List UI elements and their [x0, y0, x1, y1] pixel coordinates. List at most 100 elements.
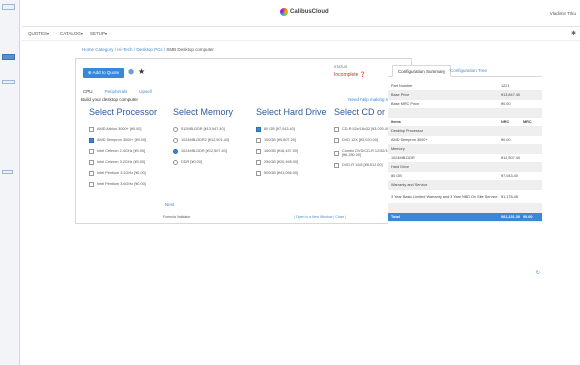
menu-setup[interactable]: SETUP▾: [90, 31, 107, 36]
checkbox[interactable]: [89, 138, 94, 143]
menu-quotes-label: QUOTES: [28, 31, 48, 36]
checkbox[interactable]: [334, 150, 339, 156]
summary-row: 3 Year Basic Limited Warranty and 3 Year…: [388, 190, 542, 204]
summary-row: Memory: [388, 145, 542, 154]
summary-cell: ¥12,507.40: [501, 156, 521, 160]
option-label: 160GB [¥16,437.00]: [264, 149, 298, 154]
info-icon[interactable]: ❓: [360, 72, 366, 78]
radio-button[interactable]: [173, 127, 178, 132]
user-name[interactable]: Vladimir Trku: [550, 11, 576, 16]
checkbox[interactable]: [334, 127, 339, 132]
option-label: Intel Pentium 3.2GHz [¥0.00]: [97, 171, 146, 176]
add-to-quote-button[interactable]: ⊕ Add to Quote: [83, 68, 124, 78]
chevron-down-icon: ▾: [80, 31, 83, 36]
option-label: 1024MB-DDR2 [¥12,901.40]: [181, 138, 229, 143]
star-icon[interactable]: ★: [138, 67, 145, 76]
memory-option[interactable]: 1024MB-DDR [¥12,507.40]: [173, 146, 251, 157]
refresh-icon[interactable]: ↻: [536, 270, 540, 276]
checkbox[interactable]: [89, 182, 94, 187]
menu-catalog-label: CATALOG: [60, 31, 81, 36]
processor-option[interactable]: Intel Pentium 3.6GHz [¥0.00]: [89, 179, 167, 190]
breadcrumb-current: SMB Desktop computer: [166, 47, 214, 52]
processor-option[interactable]: AMD Sempron 3000+ [¥0.00]: [89, 135, 167, 146]
share-icon[interactable]: ⬢: [128, 68, 134, 76]
processor-option[interactable]: AMD Athlon 3000+ [¥0.00]: [89, 124, 167, 135]
option-label: 1024MB-DDR [¥12,507.40]: [181, 149, 227, 154]
option-label: Intel Celeron 2.4GHz [¥0.00]: [97, 149, 146, 154]
processor-option[interactable]: Intel Celeron 2.4GHz [¥0.00]: [89, 146, 167, 157]
status-badge: Incomplete ❓: [334, 72, 366, 78]
radio-button[interactable]: [173, 160, 178, 165]
option-label: DVD 12X [¥3,020.00]: [342, 138, 378, 143]
summary-row: Items NRC MRC: [388, 118, 542, 127]
tab-upsell[interactable]: Upsell: [139, 89, 152, 94]
option-label: Intel Celeron 3.2GHz [¥0.00]: [97, 160, 146, 165]
option-label: AMD Sempron 3000+ [¥0.00]: [97, 138, 147, 143]
pin-icon[interactable]: ✱: [571, 30, 576, 37]
summary-cell: Memory: [391, 147, 405, 151]
tab-configuration-summary[interactable]: Configuration Summary: [392, 65, 452, 77]
summary-row: [388, 109, 542, 118]
option-label: AMD Athlon 3000+ [¥0.00]: [97, 127, 142, 132]
summary-cell: Part Number: [391, 84, 413, 88]
memory-section: Select Memory 512MB-DDR [¥13,947.40] 102…: [173, 107, 251, 168]
summary-row: AMD Sempron 3000+ ¥0.00: [388, 136, 542, 145]
summary-cell: MRC: [523, 120, 532, 124]
radio-button[interactable]: [173, 149, 178, 154]
option-label: DDR [¥0.00]: [181, 160, 202, 165]
menu-quotes[interactable]: QUOTES▾: [28, 31, 49, 36]
summary-cell: 1024MB-DDR: [391, 156, 415, 160]
option-label: 512MB-DDR [¥13,947.40]: [181, 127, 225, 132]
harddrive-option[interactable]: 250GB [¥20,498.00]: [256, 157, 334, 168]
summary-cell: Hard Drive: [391, 165, 410, 169]
breadcrumb-item[interactable]: Hi-Tech: [117, 47, 132, 52]
processor-section: Select Processor AMD Athlon 3000+ [¥0.00…: [89, 107, 167, 190]
checkbox[interactable]: [89, 160, 94, 165]
checkbox[interactable]: [334, 138, 339, 143]
harddrive-option[interactable]: 80 GB [¥7,043.40]: [256, 124, 334, 135]
summary-cell: ¥0.00: [523, 215, 533, 219]
checkbox[interactable]: [334, 163, 339, 168]
radio-button[interactable]: [173, 138, 178, 143]
build-label: Build your desktop computer: [81, 97, 139, 102]
memory-option[interactable]: 1024MB-DDR2 [¥12,901.40]: [173, 135, 251, 146]
summary-cell: Items: [391, 120, 401, 124]
processor-option[interactable]: Intel Pentium 3.2GHz [¥0.00]: [89, 168, 167, 179]
checkbox[interactable]: [89, 149, 94, 154]
checkbox[interactable]: [256, 149, 261, 154]
breadcrumb-item[interactable]: Home Category: [82, 47, 114, 52]
breadcrumb-item[interactable]: Desktop PCs: [136, 47, 162, 52]
processor-option[interactable]: Intel Celeron 3.2GHz [¥0.00]: [89, 157, 167, 168]
memory-option[interactable]: 512MB-DDR [¥13,947.40]: [173, 124, 251, 135]
tab-configuration-tree[interactable]: Configuration Tree: [445, 65, 492, 77]
summary-cell: NRC: [501, 120, 510, 124]
next-link[interactable]: Next: [165, 202, 174, 207]
formula-validator-link[interactable]: Formula Validator: [163, 215, 190, 219]
checkbox[interactable]: [89, 171, 94, 176]
summary-row: Hard Drive: [388, 163, 542, 172]
checkbox[interactable]: [256, 171, 261, 176]
tab-peripherals[interactable]: Peripherals: [105, 89, 128, 94]
checkbox[interactable]: [256, 160, 261, 165]
summary-cell: ¥0.00: [501, 138, 511, 142]
checkbox[interactable]: [256, 138, 261, 143]
logo[interactable]: CalibusCloud: [280, 8, 329, 16]
summary-row: 80 GB ¥7,043.40: [388, 172, 542, 181]
summary-row: Desktop Processor: [388, 127, 542, 136]
summary-row: Base MRC Price ¥0.00: [388, 100, 542, 109]
menu-catalog[interactable]: CATALOG▾: [60, 31, 83, 36]
window-links[interactable]: | Open in a New Window | Close |: [294, 215, 346, 219]
harddrive-option[interactable]: 500GB [¥41,098.00]: [256, 168, 334, 179]
config-tabs: CPU Peripherals Upsell: [83, 89, 152, 94]
memory-option[interactable]: DDR [¥0.00]: [173, 157, 251, 168]
tab-cpu[interactable]: CPU: [83, 89, 93, 94]
harddrive-option[interactable]: 100GB [¥9,807.20]: [256, 135, 334, 146]
summary-cell: Total: [391, 215, 400, 219]
harddrive-option[interactable]: 160GB [¥16,437.00]: [256, 146, 334, 157]
checkbox[interactable]: [89, 127, 94, 132]
checkbox[interactable]: [256, 127, 261, 132]
background-window: [0, 0, 20, 365]
option-label: 250GB [¥20,498.00]: [264, 160, 298, 165]
configurator-card: ⊕ Add to Quote ⬢ ★ STATUS Incomplete ❓ C…: [75, 58, 412, 224]
section-title: Select Memory: [173, 107, 234, 117]
